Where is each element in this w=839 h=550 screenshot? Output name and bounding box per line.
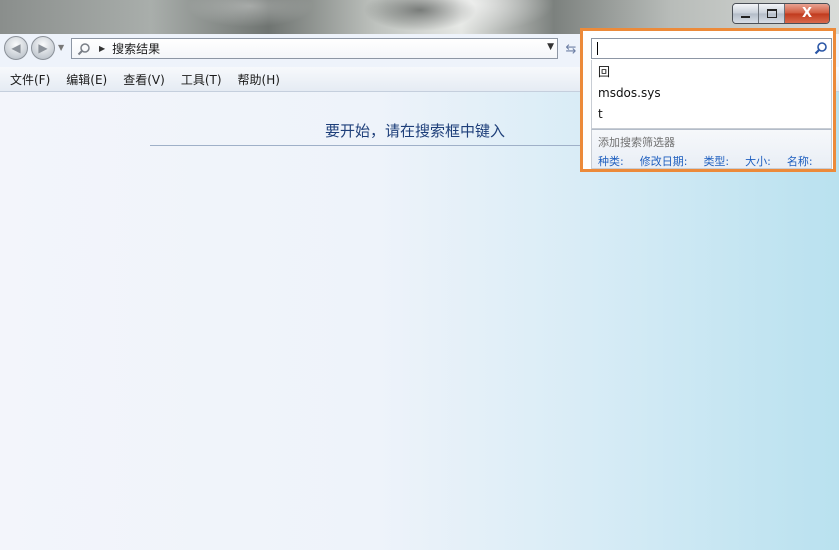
chevron-down-icon: ▼	[58, 43, 65, 52]
filter-date-modified-link[interactable]: 修改日期:	[640, 153, 688, 169]
search-suggestion-item[interactable]: 回	[592, 62, 831, 83]
close-button[interactable]: X	[785, 4, 829, 23]
minimize-icon	[741, 15, 750, 18]
recent-pages-dropdown[interactable]: ▼	[58, 43, 64, 52]
breadcrumb-arrow-icon[interactable]: ▶	[99, 44, 105, 53]
arrow-right-icon: ▶	[38, 41, 48, 55]
filter-size-link[interactable]: 大小:	[745, 153, 771, 169]
title-bar-background	[340, 0, 500, 34]
menu-help[interactable]: 帮助(H)	[230, 71, 288, 88]
search-suggestions-list: 回 msdos.sys t	[591, 60, 832, 129]
search-icon	[77, 42, 90, 55]
menu-view[interactable]: 查看(V)	[115, 71, 173, 88]
minimize-button[interactable]	[733, 4, 759, 23]
address-dropdown-icon[interactable]: ▼	[547, 42, 554, 52]
address-bar[interactable]: ▶ 搜索结果 ▼	[71, 38, 558, 59]
filter-name-link[interactable]: 名称:	[787, 153, 813, 169]
breadcrumb-search-results[interactable]: 搜索结果	[112, 40, 160, 57]
close-icon: X	[801, 6, 813, 21]
add-search-filter-label: 添加搜索筛选器	[598, 136, 675, 149]
arrow-left-icon: ◀	[11, 41, 21, 55]
maximize-button[interactable]	[759, 4, 785, 23]
menu-file[interactable]: 文件(F)	[0, 71, 58, 88]
menu-edit[interactable]: 编辑(E)	[58, 71, 115, 88]
refresh-button[interactable]: ⇆	[562, 40, 580, 58]
refresh-icon: ⇆	[565, 41, 577, 57]
search-input[interactable]	[591, 38, 832, 59]
search-filters-area: 添加搜索筛选器 种类: 修改日期: 类型: 大小: 名称:	[591, 129, 832, 169]
maximize-icon	[766, 9, 777, 18]
menu-tools[interactable]: 工具(T)	[173, 71, 230, 88]
filter-kind-link[interactable]: 种类:	[598, 153, 624, 169]
search-suggestion-item[interactable]: msdos.sys	[592, 83, 831, 104]
filter-type-link[interactable]: 类型:	[703, 153, 729, 169]
search-suggestion-item[interactable]: t	[592, 104, 831, 125]
search-filter-links: 种类: 修改日期: 类型: 大小: 名称:	[598, 153, 813, 169]
search-icon[interactable]	[814, 41, 828, 55]
back-button[interactable]: ◀	[4, 36, 28, 60]
forward-button[interactable]: ▶	[31, 36, 55, 60]
window-controls: X	[732, 3, 830, 24]
text-cursor	[597, 42, 598, 55]
search-dropdown-panel: 回 msdos.sys t 添加搜索筛选器 种类: 修改日期: 类型: 大小: …	[580, 28, 836, 172]
